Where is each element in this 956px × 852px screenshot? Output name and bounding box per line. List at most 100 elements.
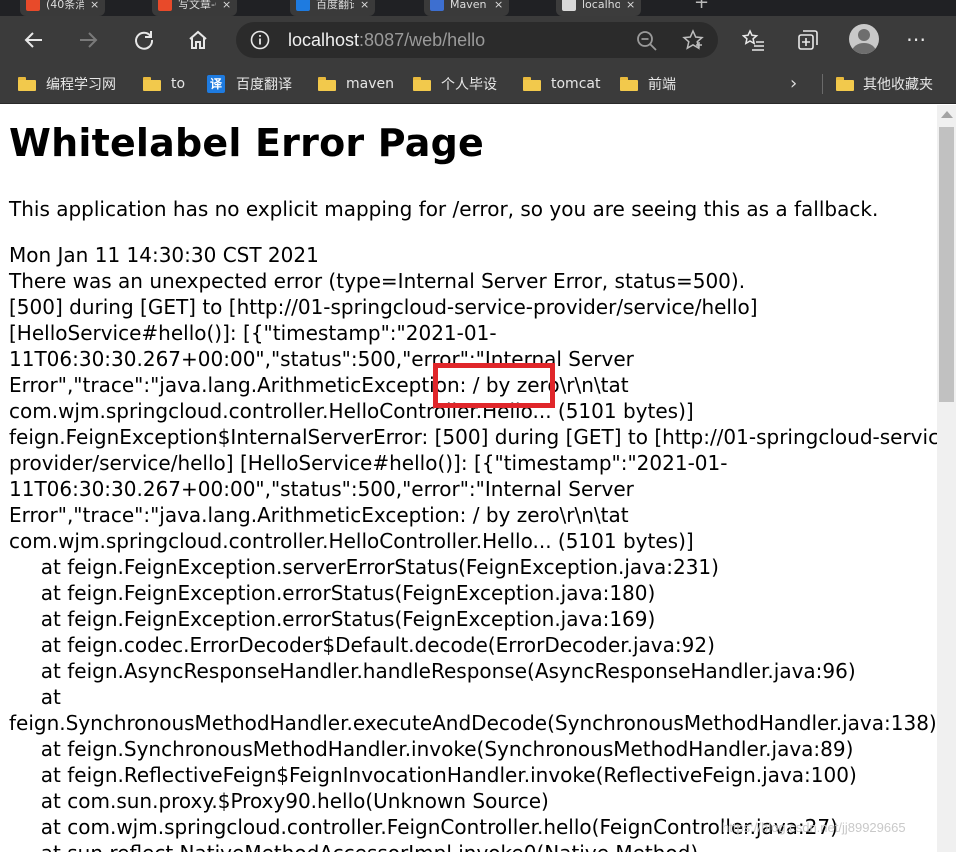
tab-strip: (40条消息) … × 写文章-CSDN… × 百度翻译 × Maven … ×… [0, 0, 956, 16]
collections-button[interactable] [788, 16, 828, 64]
info-icon[interactable] [250, 30, 270, 50]
close-icon[interactable]: × [222, 0, 231, 11]
bookmark-label: 前端 [648, 77, 676, 93]
more-options-button[interactable]: ⋯ [906, 29, 927, 49]
translate-icon: 译 [207, 75, 225, 93]
tab-title: Maven … [450, 0, 488, 11]
close-icon[interactable]: × [360, 0, 369, 11]
scroll-up-arrow-icon[interactable] [941, 111, 953, 118]
tab[interactable]: 写文章-CSDN… × [152, 0, 238, 16]
trace-line: 11T06:30:30.267+00:00","status":500,"err… [9, 477, 634, 501]
trace-line: [HelloService#hello()]: [{"timestamp":"2… [9, 321, 497, 345]
annotation-highlight-box [433, 363, 555, 408]
collections-icon [798, 30, 818, 50]
bookmark-item[interactable]: maven [318, 74, 394, 94]
error-details: Mon Jan 11 14:30:30 CST 2021 There was an… [9, 242, 937, 852]
folder-icon [18, 77, 36, 91]
other-bookmarks[interactable]: 其他收藏夹 [836, 74, 933, 94]
refresh-button[interactable] [124, 16, 164, 64]
browser-toolbar: localhost:8087/web/hello ⋯ [0, 16, 956, 64]
bookmark-item[interactable]: 编程学习网 [18, 74, 116, 94]
trace-line: at feign.codec.ErrorDecoder$Default.deco… [9, 633, 715, 657]
bookmark-item[interactable]: 个人毕设 [413, 74, 497, 94]
trace-line: at [9, 685, 61, 709]
fallback-message: This application has no explicit mapping… [9, 197, 879, 221]
chevron-right-icon[interactable]: › [790, 74, 797, 94]
bookmark-item[interactable]: 译 百度翻译 [207, 74, 292, 94]
trace-line: Mon Jan 11 14:30:30 CST 2021 [9, 243, 319, 267]
new-tab-button[interactable]: + [694, 0, 709, 13]
folder-icon [413, 77, 431, 91]
trace-line: at sun.reflect.NativeMethodAccessorImpl.… [9, 840, 937, 852]
tab[interactable]: 百度翻译 × [290, 0, 376, 16]
trace-line: There was an unexpected error (type=Inte… [9, 269, 746, 293]
tab-title: (40条消息) … [46, 0, 84, 11]
zoom-out-icon[interactable] [636, 30, 658, 52]
profile-avatar-icon[interactable] [849, 24, 879, 54]
trace-line: [500] during [GET] to [http://01-springc… [9, 295, 758, 319]
trace-line: feign.SynchronousMethodHandler.executeAn… [9, 711, 937, 735]
watermark: https://blog.csdn.net/jj89929665 [722, 820, 906, 835]
bookmarks-divider [822, 74, 823, 94]
back-arrow-icon [24, 32, 42, 48]
trace-line: at feign.FeignException.errorStatus(Feig… [9, 607, 656, 631]
favorites-button[interactable] [734, 16, 774, 64]
tab[interactable]: Maven … × [424, 0, 510, 16]
home-icon [189, 30, 207, 49]
url-host: localhost [288, 30, 360, 50]
bookmark-label: maven [346, 76, 394, 92]
trace-line: at feign.FeignException.errorStatus(Feig… [9, 581, 656, 605]
other-bookmarks-label: 其他收藏夹 [863, 77, 933, 93]
trace-line: at feign.ReflectiveFeign$FeignInvocation… [9, 763, 857, 787]
url-text[interactable]: localhost:8087/web/hello [288, 30, 485, 50]
bookmark-item[interactable]: 前端 [620, 74, 676, 94]
url-path: :8087/web/hello [359, 30, 486, 50]
home-button[interactable] [178, 16, 218, 64]
star-icon[interactable] [682, 29, 704, 51]
folder-icon [523, 77, 541, 91]
bookmark-item[interactable]: tomcat [523, 74, 600, 94]
tab[interactable]: (40条消息) … × [20, 0, 106, 16]
vertical-scrollbar[interactable] [937, 105, 956, 852]
trace-line: at com.sun.proxy.$Proxy90.hello(Unknown … [9, 789, 549, 813]
forward-button[interactable] [68, 16, 108, 64]
tab-title: 百度翻译 [316, 0, 354, 11]
maven-favicon-icon [430, 0, 444, 11]
scrollbar-thumb[interactable] [939, 127, 954, 402]
trace-line: at feign.SynchronousMethodHandler.invoke… [9, 737, 854, 761]
refresh-icon [135, 31, 154, 50]
tab-title: localhost [582, 0, 620, 11]
bookmark-label: 百度翻译 [236, 77, 292, 93]
folder-icon [318, 77, 336, 91]
trace-line: feign.FeignException$InternalServerError… [9, 425, 937, 449]
close-icon[interactable]: × [626, 0, 635, 11]
folder-icon [836, 77, 854, 91]
bookmarks-bar: 编程学习网 to 译 百度翻译 maven 个人毕设 tomcat 前端 › 其… [0, 64, 956, 104]
baidu-translate-favicon-icon [296, 0, 310, 11]
page-title: Whitelabel Error Page [9, 121, 484, 165]
back-button[interactable] [14, 16, 54, 64]
csdn-favicon-icon [26, 0, 40, 11]
csdn-favicon-icon [158, 0, 172, 11]
bookmark-label: 编程学习网 [46, 77, 116, 93]
trace-line: com.wjm.springcloud.controller.HelloCont… [9, 529, 694, 553]
page-favicon-icon [562, 0, 576, 11]
address-bar[interactable]: localhost:8087/web/hello [236, 22, 718, 58]
bookmark-label: to [171, 76, 186, 92]
trace-line: at feign.FeignException.serverErrorStatu… [9, 555, 719, 579]
folder-icon [620, 77, 638, 91]
bookmark-label: 个人毕设 [441, 77, 497, 93]
forward-arrow-icon [80, 32, 98, 48]
favorites-list-icon [742, 29, 764, 51]
trace-line: provider/service/hello] [HelloService#he… [9, 451, 728, 475]
trace-line: Error","trace":"java.lang.ArithmeticExce… [9, 503, 629, 527]
bookmark-item[interactable]: to [143, 74, 185, 94]
page-viewport: Whitelabel Error Page This application h… [0, 105, 937, 852]
trace-line: at feign.AsyncResponseHandler.handleResp… [9, 659, 856, 683]
close-icon[interactable]: × [90, 0, 99, 11]
close-icon[interactable]: × [494, 0, 503, 11]
tab-title: 写文章-CSDN… [178, 0, 216, 11]
folder-icon [143, 77, 161, 91]
bookmark-label: tomcat [551, 76, 601, 92]
tab-active[interactable]: localhost × [556, 0, 642, 16]
